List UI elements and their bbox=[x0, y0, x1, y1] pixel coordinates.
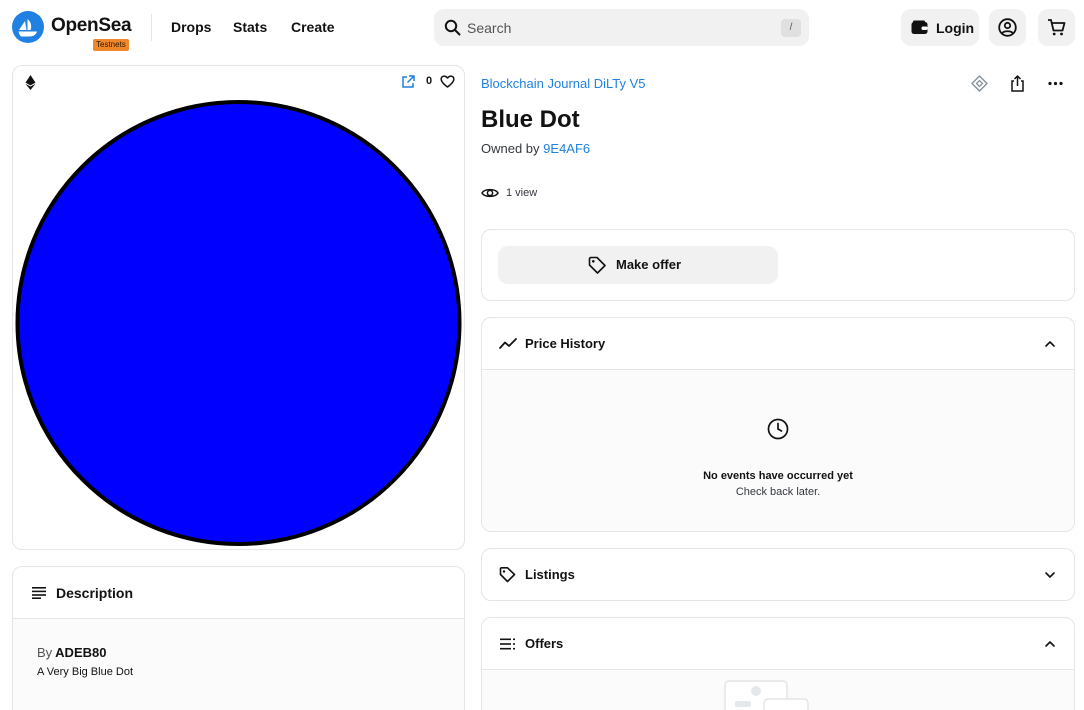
offers-panel: Offers bbox=[481, 617, 1075, 710]
nft-image-blue-dot[interactable] bbox=[15, 99, 462, 547]
creator-line: By ADEB80 bbox=[37, 645, 106, 660]
owner-link[interactable]: 9E4AF6 bbox=[543, 141, 590, 156]
offers-header[interactable]: Offers bbox=[482, 618, 1074, 670]
owned-by-prefix: Owned by bbox=[481, 141, 540, 156]
nft-media-card: 0 bbox=[12, 65, 465, 550]
clock-icon bbox=[767, 418, 789, 440]
transfer-icon[interactable] bbox=[971, 75, 988, 92]
trend-line-icon bbox=[499, 338, 517, 349]
opensea-logo-icon[interactable] bbox=[12, 11, 44, 43]
creator-link[interactable]: ADEB80 bbox=[55, 645, 106, 660]
by-prefix: By bbox=[37, 645, 53, 660]
cart-icon bbox=[1048, 19, 1066, 36]
offers-body bbox=[482, 671, 1074, 710]
item-title: Blue Dot bbox=[481, 106, 580, 133]
nav-drops[interactable]: Drops bbox=[171, 19, 211, 35]
favorites-count: 0 bbox=[426, 75, 433, 87]
listings-title: Listings bbox=[525, 567, 575, 582]
heart-icon[interactable] bbox=[440, 74, 455, 89]
account-button[interactable] bbox=[989, 9, 1026, 46]
price-history-panel: Price History No events have occurred ye… bbox=[481, 317, 1075, 532]
search-bar[interactable]: / bbox=[434, 9, 809, 46]
ethereum-icon bbox=[25, 75, 36, 90]
price-history-title: Price History bbox=[525, 336, 606, 351]
make-offer-label: Make offer bbox=[616, 257, 682, 272]
nav-create[interactable]: Create bbox=[291, 19, 335, 35]
collection-link[interactable]: Blockchain Journal DiLTy V5 bbox=[481, 76, 646, 91]
empty-state-subtitle: Check back later. bbox=[735, 486, 821, 498]
header-divider bbox=[151, 14, 152, 41]
search-icon bbox=[444, 19, 461, 36]
search-shortcut-key: / bbox=[781, 19, 801, 37]
login-button[interactable]: Login bbox=[901, 9, 979, 46]
price-history-body: No events have occurred yet Check back l… bbox=[482, 371, 1074, 531]
description-panel: Description By ADEB80 A Very Big Blue Dot bbox=[12, 566, 465, 710]
testnets-badge: Testnets bbox=[93, 39, 129, 51]
eye-icon bbox=[481, 188, 499, 198]
blue-dot-circle bbox=[15, 100, 462, 546]
description-header[interactable]: Description bbox=[13, 567, 464, 619]
top-navigation-bar: OpenSea Testnets Drops Stats Create / Lo… bbox=[0, 0, 1084, 56]
login-label: Login bbox=[936, 20, 975, 36]
nav-stats[interactable]: Stats bbox=[233, 19, 267, 35]
price-history-header[interactable]: Price History bbox=[482, 318, 1074, 370]
view-count: 1 view bbox=[506, 187, 538, 199]
offers-title: Offers bbox=[525, 636, 564, 651]
external-link-icon[interactable] bbox=[401, 75, 415, 89]
account-icon bbox=[998, 18, 1017, 37]
share-icon[interactable] bbox=[1009, 75, 1026, 92]
empty-state-title: No events have occurred yet bbox=[703, 470, 853, 482]
wallet-icon bbox=[911, 20, 928, 34]
make-offer-panel: Make offer bbox=[481, 229, 1075, 301]
tag-icon bbox=[499, 567, 516, 583]
owned-by: Owned by 9E4AF6 bbox=[481, 141, 590, 156]
description-body: By ADEB80 A Very Big Blue Dot bbox=[13, 619, 464, 710]
description-text: A Very Big Blue Dot bbox=[37, 666, 133, 678]
empty-offers-illustration-icon bbox=[724, 680, 809, 710]
make-offer-button[interactable]: Make offer bbox=[498, 246, 778, 284]
chevron-up-icon[interactable] bbox=[1044, 638, 1056, 650]
cart-button[interactable] bbox=[1038, 9, 1075, 46]
listings-header[interactable]: Listings bbox=[482, 549, 1074, 600]
description-title: Description bbox=[56, 585, 134, 601]
chevron-up-icon[interactable] bbox=[1044, 338, 1056, 350]
tag-icon bbox=[588, 256, 606, 274]
list-icon bbox=[500, 638, 515, 650]
brand-name[interactable]: OpenSea bbox=[51, 15, 132, 37]
more-options-icon[interactable] bbox=[1047, 75, 1064, 92]
listings-panel: Listings bbox=[481, 548, 1075, 601]
search-input[interactable] bbox=[467, 9, 767, 46]
chevron-down-icon[interactable] bbox=[1044, 569, 1056, 581]
description-icon bbox=[32, 587, 46, 599]
